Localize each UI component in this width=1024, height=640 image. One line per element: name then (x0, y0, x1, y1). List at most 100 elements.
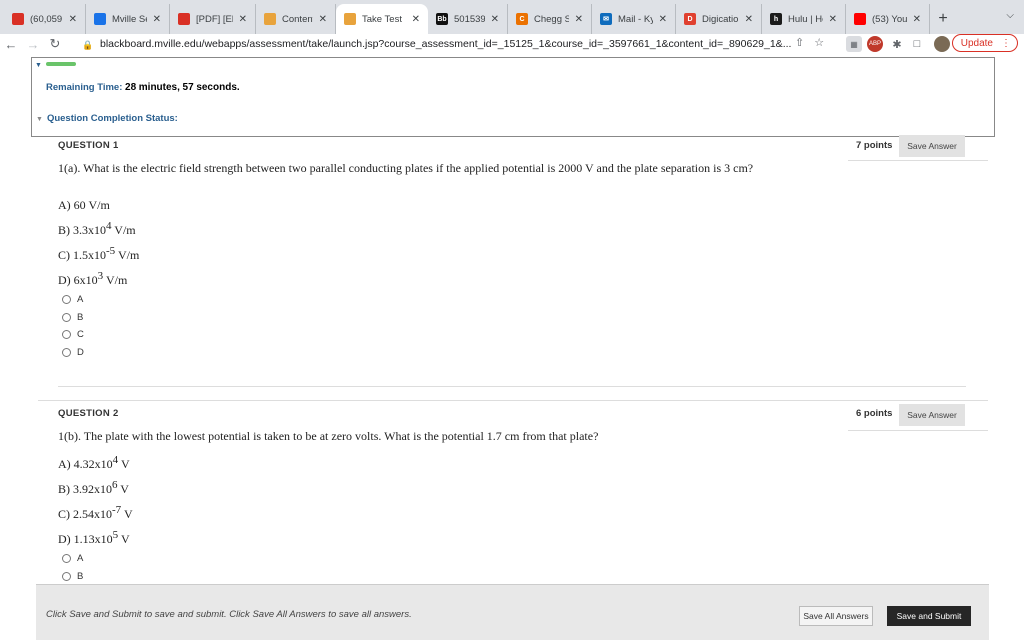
bookmark-star-icon[interactable]: ☆ (814, 36, 824, 49)
answer-option-text: B) 3.3x104 V/m (58, 220, 136, 238)
pencil-icon (344, 13, 356, 25)
close-icon[interactable]: ✕ (575, 14, 583, 25)
radio-circle-icon[interactable] (62, 295, 71, 304)
answer-radio[interactable]: B (62, 312, 83, 323)
question-completion-status[interactable]: ▼ Question Completion Status: (36, 113, 178, 124)
save-and-submit-button[interactable]: Save and Submit (887, 606, 971, 626)
compass-icon (94, 13, 106, 25)
divider (38, 400, 988, 401)
option-exponent: -7 (112, 504, 122, 516)
answer-option-text: D) 1.13x105 V (58, 529, 130, 547)
collapse-triangle-icon[interactable]: ▼ (35, 62, 42, 69)
tab-label: [PDF] [El (196, 13, 233, 25)
answer-option-text: A) 4.32x104 V (58, 454, 130, 472)
question-1-points: 7 points (856, 140, 893, 151)
tab-label: Digicatior (702, 13, 739, 25)
question-1-save-answer-button[interactable]: Save Answer (899, 135, 965, 157)
browser-tab[interactable]: h Hulu | Ho ✕ (762, 4, 846, 34)
question-separator (58, 386, 966, 387)
tab-strip: (60,059✕Mville Se✕[PDF] [El✕Content✕Take… (0, 0, 1024, 34)
answer-radio[interactable]: C (62, 329, 84, 340)
more-vert-icon: ⋮ (1001, 37, 1011, 49)
radio-circle-icon[interactable] (62, 312, 71, 322)
radio-circle-icon[interactable] (62, 571, 71, 581)
option-unit: V (118, 532, 130, 546)
tab-label: Hulu | Ho (788, 13, 823, 25)
minutes-unit: minutes, (138, 82, 180, 93)
close-icon[interactable]: ✕ (491, 14, 499, 25)
question-2-save-answer-button[interactable]: Save Answer (899, 404, 965, 426)
outlook-icon: ✉ (600, 13, 612, 25)
close-icon[interactable]: ✕ (319, 14, 327, 25)
radio-label: C (77, 329, 84, 340)
save-all-answers-button[interactable]: Save All Answers (799, 606, 873, 626)
lock-icon[interactable]: 🔒 (82, 40, 93, 50)
option-unit: V/m (115, 248, 140, 262)
extension-icon[interactable]: ▦ (846, 36, 862, 52)
chevron-down-icon: ▼ (36, 116, 43, 123)
browser-tab[interactable]: C Chegg Se ✕ (508, 4, 592, 34)
answer-option-text: A) 60 V/m (58, 195, 110, 213)
share-icon[interactable]: ⇧ (795, 36, 804, 49)
forward-icon[interactable]: → (22, 37, 44, 52)
answer-radio[interactable]: A (62, 294, 83, 305)
tab-label: (53) YouT (872, 13, 907, 25)
close-icon[interactable]: ✕ (659, 14, 667, 25)
browser-tab[interactable]: ✉ Mail - Ky ✕ (592, 4, 676, 34)
answer-option-text: D) 6x103 V/m (58, 270, 127, 288)
chegg-icon: C (516, 13, 528, 25)
pdf-icon (178, 13, 190, 25)
sidepanel-icon[interactable]: □ (909, 36, 925, 52)
answer-radio[interactable]: B (62, 571, 83, 582)
close-icon[interactable]: ✕ (829, 14, 837, 25)
answer-radio[interactable]: A (62, 553, 83, 564)
browser-tab[interactable]: (53) YouT ✕ (846, 4, 930, 34)
answer-option-text: C) 2.54x10-7 V (58, 504, 133, 522)
divider (848, 160, 988, 161)
option-base: B) 3.3x10 (58, 223, 106, 237)
close-icon[interactable]: ✕ (412, 14, 420, 25)
option-base: C) 2.54x10 (58, 507, 112, 521)
option-base: A) 4.32x10 (58, 457, 113, 471)
address-bar[interactable]: 🔒 blackboard.mville.edu/webapps/assessme… (82, 35, 842, 53)
browser-tab[interactable]: Bb 5015398 ✕ (428, 4, 508, 34)
reload-icon[interactable]: ↻ (44, 36, 66, 52)
close-icon[interactable]: ✕ (745, 14, 753, 25)
radio-circle-icon[interactable] (62, 554, 71, 563)
close-icon[interactable]: ✕ (69, 14, 77, 25)
back-icon[interactable]: ← (0, 37, 22, 52)
browser-tab[interactable]: (60,059 ✕ (4, 4, 86, 34)
adblock-icon[interactable]: ABP (867, 36, 883, 52)
browser-tab[interactable]: D Digicatior ✕ (676, 4, 762, 34)
option-base: C) 1.5x10 (58, 248, 106, 262)
new-tab-button[interactable]: + (930, 4, 956, 34)
completion-label: Question Completion Status: (46, 113, 178, 124)
tab-label: Mail - Ky (618, 13, 653, 25)
radio-circle-icon[interactable] (62, 347, 71, 357)
browser-tab[interactable]: [PDF] [El ✕ (170, 4, 256, 34)
question-1-header: QUESTION 1 (58, 140, 119, 151)
answer-radio[interactable]: D (62, 347, 84, 358)
close-icon[interactable]: ✕ (153, 14, 161, 25)
close-icon[interactable]: ✕ (239, 14, 247, 25)
radio-circle-icon[interactable] (62, 330, 71, 339)
update-button[interactable]: Update ⋮ (951, 34, 1018, 52)
answer-option-text: B) 3.92x106 V (58, 479, 129, 497)
hulu-icon: h (770, 13, 782, 25)
question-2-text: 1(b). The plate with the lowest potentia… (58, 429, 599, 443)
browser-tab[interactable]: Mville Se ✕ (86, 4, 170, 34)
option-base: B) 3.92x10 (58, 482, 112, 496)
url-text[interactable]: blackboard.mville.edu/webapps/assessment… (100, 38, 810, 50)
youtube-icon (854, 13, 866, 25)
tab-search-icon[interactable]: ⌵ (1006, 10, 1014, 21)
radio-label: A (77, 553, 84, 564)
tab-label: Chegg Se (534, 13, 569, 25)
close-icon[interactable]: ✕ (913, 14, 921, 25)
question-2-header: QUESTION 2 (58, 408, 119, 419)
puzzle-icon[interactable]: ✱ (889, 36, 905, 52)
profile-avatar[interactable] (934, 36, 950, 52)
tab-label: Content (282, 13, 313, 25)
browser-tab[interactable]: Content ✕ (256, 4, 336, 34)
remaining-time-label: Remaining Time: (46, 82, 123, 93)
browser-tab[interactable]: Take Test ✕ (336, 4, 428, 34)
